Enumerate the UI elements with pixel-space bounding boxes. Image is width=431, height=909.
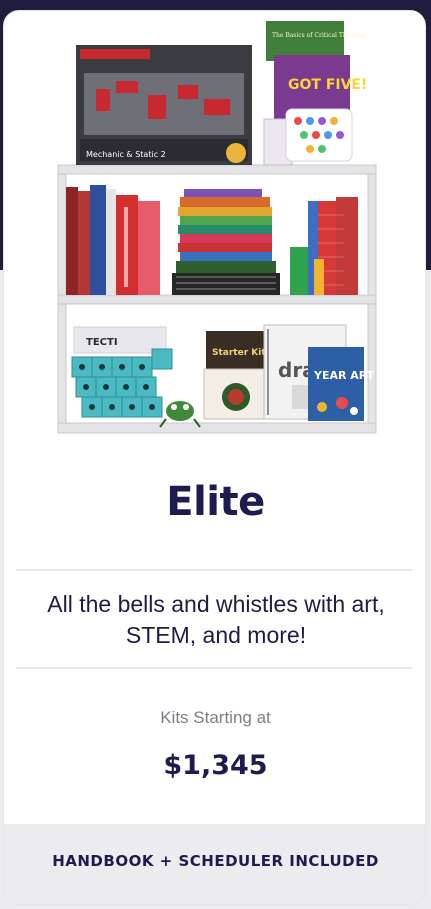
starter-kit-box: Starter Kit [203, 331, 267, 420]
plan-card-elite[interactable]: Mechanic & Static 2 The Basics of Critic… [3, 10, 426, 905]
teal-blocks [71, 348, 173, 418]
notebook-stack [172, 189, 280, 295]
tecti-box-label: TECTI [86, 337, 118, 348]
product-kit-image: Mechanic & Static 2 The Basics of Critic… [52, 15, 382, 439]
robotics-kit-box: Mechanic & Static 2 [76, 45, 252, 165]
bottom-shelf-items: TECTI Starter Kit draw YEAR ART [71, 324, 375, 428]
year-of-art-book: YEAR ART [308, 347, 375, 421]
divider-bottom [16, 667, 412, 669]
robotics-kit-title: Mechanic & Static 2 [86, 150, 166, 159]
middle-shelf-books [66, 185, 358, 295]
plan-footer: HANDBOOK + SCHEDULER INCLUDED [4, 824, 425, 904]
critical-thinking-title: The Basics of Critical Thinking [272, 32, 366, 39]
got-five-title: GOT FIVE! [288, 77, 367, 93]
math-cubes [290, 197, 358, 295]
plan-description: All the bells and whistles with art, STE… [47, 591, 385, 648]
divider-top [16, 569, 412, 571]
plan-price: $1,345 [163, 750, 268, 781]
critical-thinking-books: The Basics of Critical Thinking GOT FIVE… [263, 21, 367, 166]
price-label: Kits Starting at [160, 708, 271, 727]
plan-title: Elite [166, 479, 265, 525]
starter-kit-label: Starter Kit [212, 348, 266, 358]
footer-included-note: HANDBOOK + SCHEDULER INCLUDED [52, 852, 379, 870]
year-art-title: YEAR ART [313, 369, 375, 382]
